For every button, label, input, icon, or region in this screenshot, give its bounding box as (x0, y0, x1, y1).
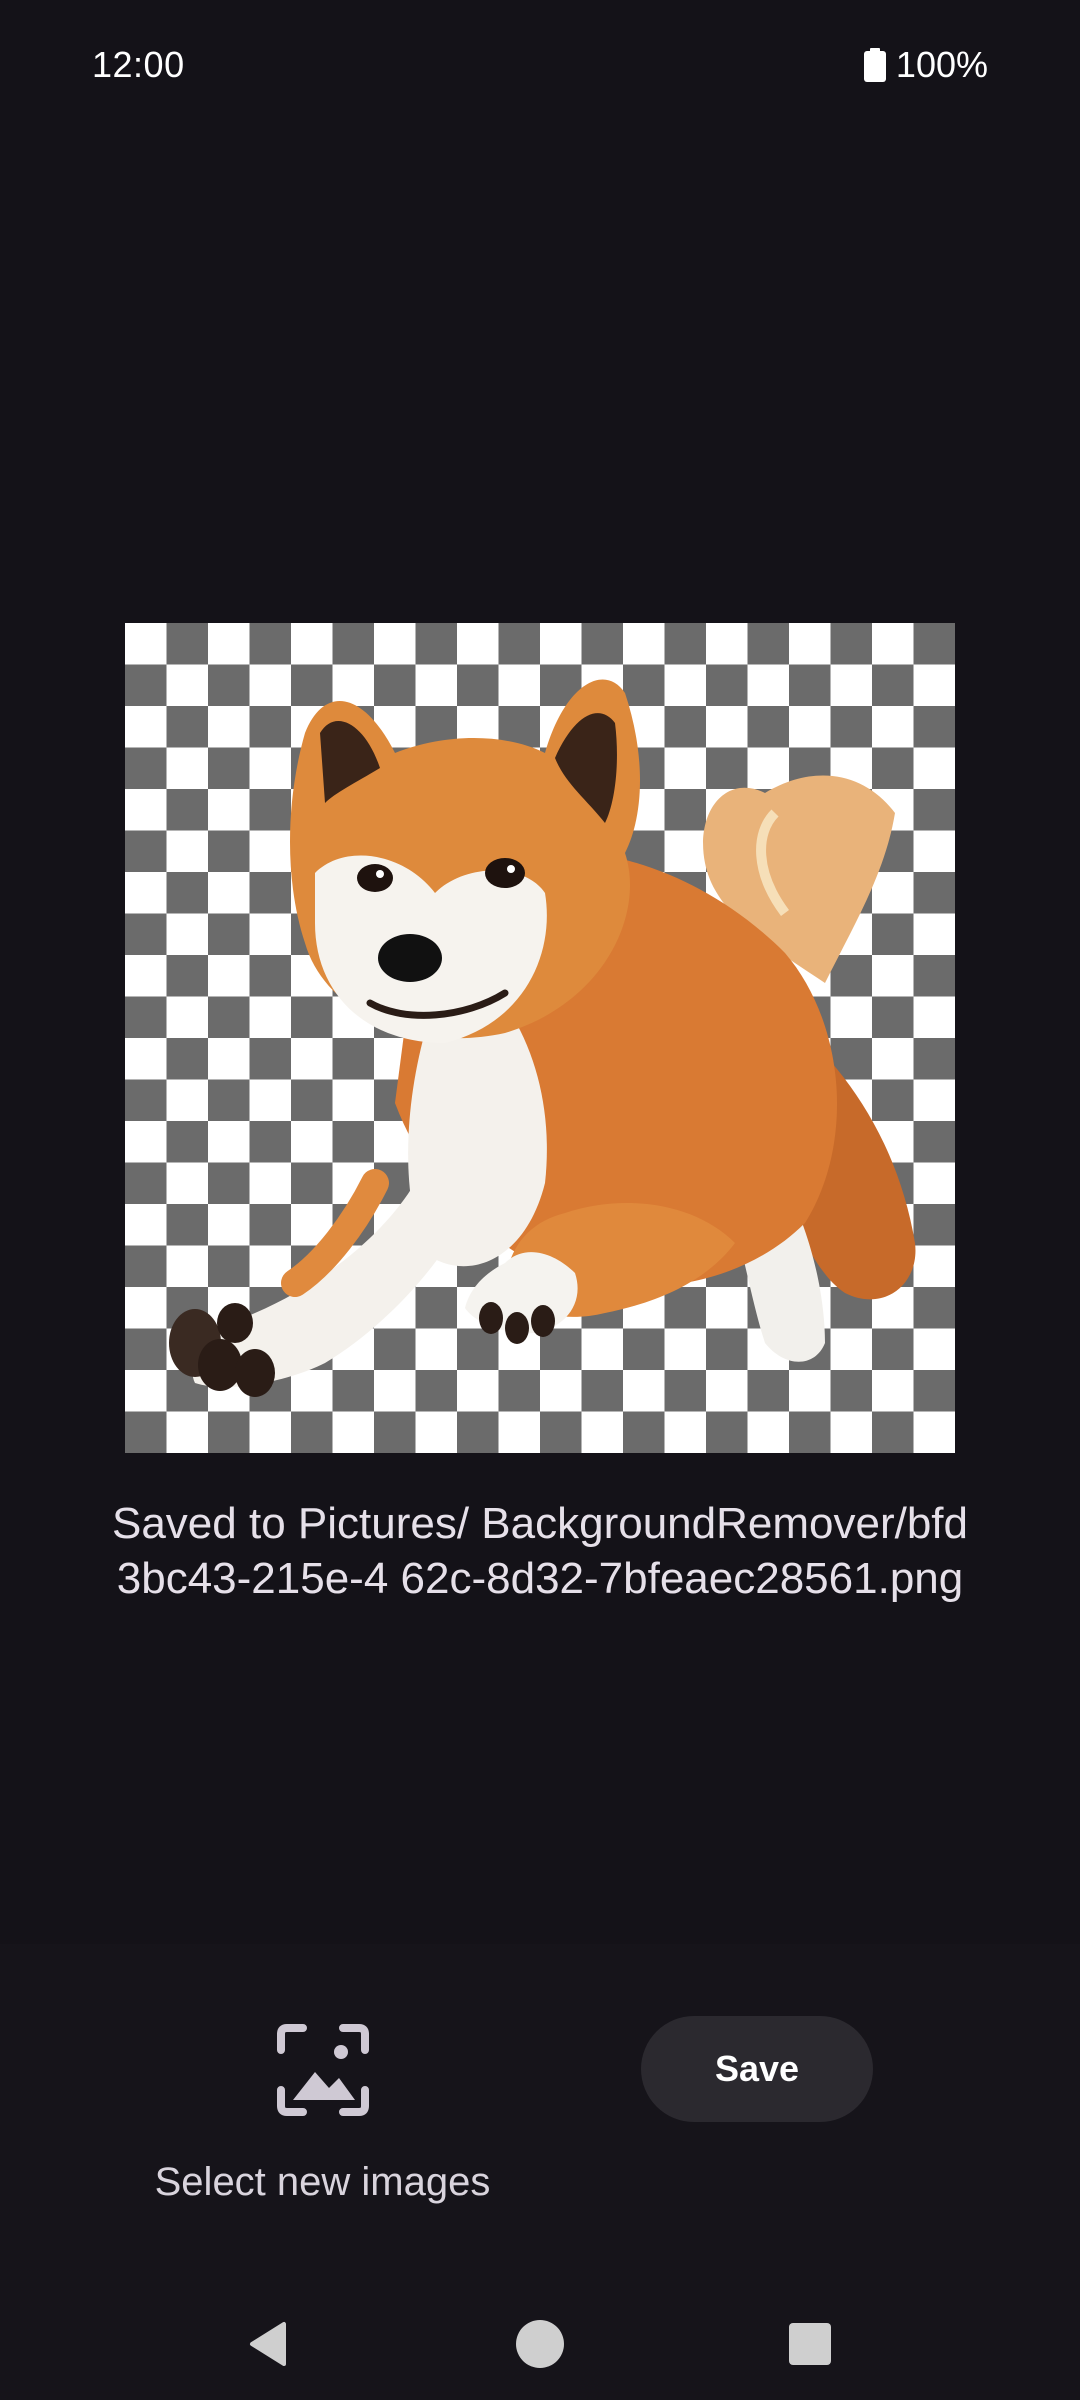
home-icon[interactable] (510, 2314, 570, 2374)
back-icon[interactable] (240, 2314, 300, 2374)
dog-image (169, 679, 916, 1397)
battery-percent: 100% (895, 44, 988, 85)
status-right: 100% (863, 44, 988, 86)
save-button[interactable]: Save (641, 2016, 873, 2122)
saved-location-message: Saved to Pictures/ BackgroundRemover/bfd… (111, 1499, 968, 1603)
status-bar: 12:00 100% (0, 0, 1080, 132)
select-new-images-button[interactable]: Select new images (140, 2010, 505, 2220)
result-preview-image (125, 623, 955, 1453)
status-time: 12:00 (92, 44, 185, 85)
battery-icon (863, 48, 886, 82)
system-navigation-bar (0, 2280, 1080, 2400)
select-new-images-label: Select new images (154, 2160, 491, 2204)
add-photo-icon (277, 2024, 369, 2116)
recents-icon[interactable] (780, 2314, 840, 2374)
